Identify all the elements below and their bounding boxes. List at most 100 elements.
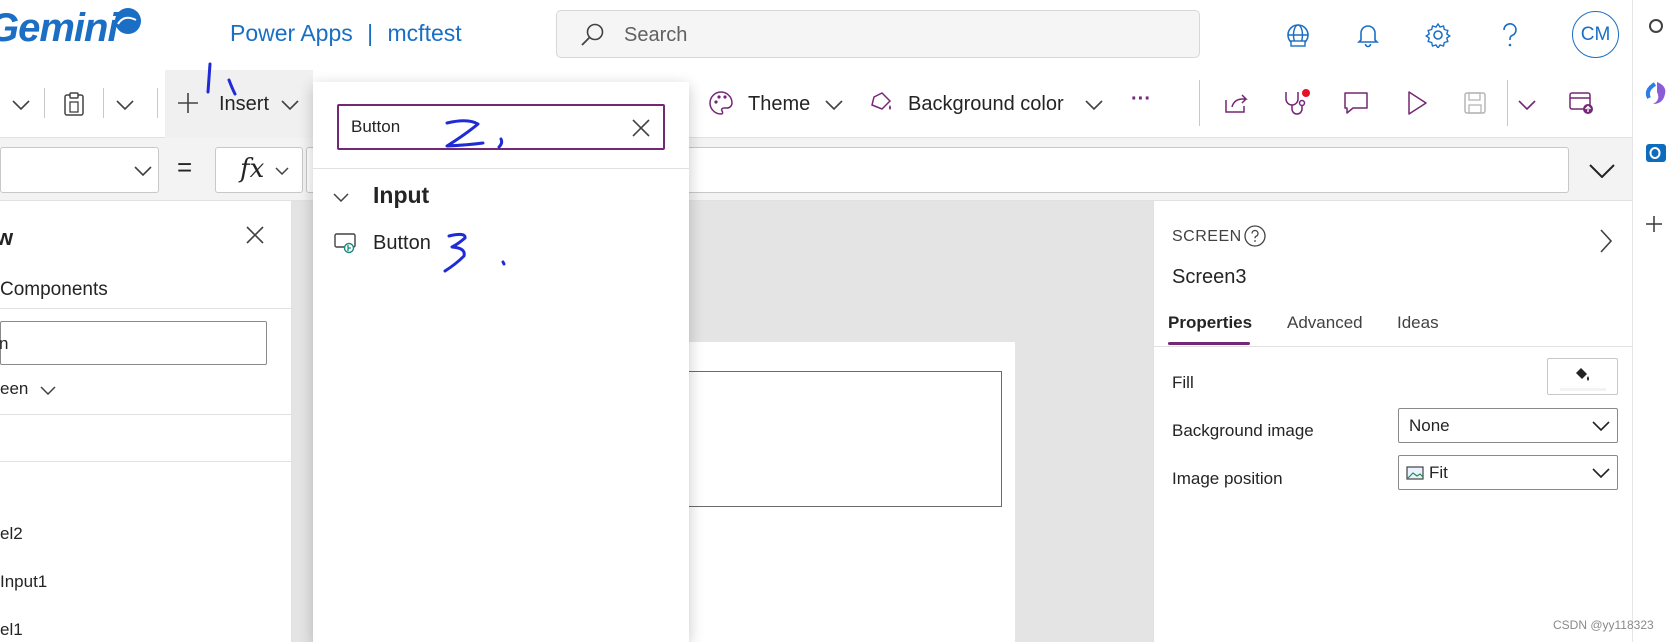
theme-chevron-down-icon[interactable] (821, 92, 847, 118)
search-icon (579, 22, 605, 48)
save-disabled-icon[interactable] (1460, 88, 1490, 118)
environment-globe-icon[interactable] (1282, 19, 1314, 51)
image-position-label: Image position (1172, 469, 1283, 488)
properties-divider (1154, 346, 1633, 347)
command-separator (157, 88, 158, 118)
undo-dropdown-chevron-icon[interactable] (8, 92, 34, 118)
theme-label[interactable]: Theme (748, 93, 810, 116)
fill-color-swatch (1560, 388, 1606, 391)
background-color-bucket-icon[interactable] (867, 89, 895, 117)
flyout-divider (313, 168, 689, 169)
properties-panel: SCREEN Screen3 Properties Advanced Ideas… (1153, 201, 1633, 642)
app-title[interactable]: Power Apps | mcftest (230, 20, 462, 47)
outlook-icon[interactable] (1644, 140, 1668, 166)
side-app-rail (1632, 0, 1677, 642)
tree-view-title: w (0, 225, 14, 250)
tab-advanced[interactable]: Advanced (1287, 313, 1363, 333)
paint-bucket-icon (1571, 365, 1593, 385)
fx-icon: fx (240, 154, 265, 184)
button-control-icon (333, 230, 359, 256)
control-type-label: SCREEN (1172, 228, 1242, 245)
preview-play-icon[interactable] (1402, 88, 1432, 118)
rail-search-icon[interactable] (1643, 18, 1663, 38)
insert-flyout: Button Input Button (313, 82, 689, 642)
global-search-box[interactable]: Search (556, 10, 1200, 58)
comments-icon[interactable] (1341, 88, 1371, 118)
fill-color-picker[interactable] (1547, 358, 1618, 395)
chevron-down-icon (1591, 418, 1611, 434)
insert-search-value[interactable]: Button (351, 117, 400, 137)
expand-formula-chevron-icon[interactable] (1587, 156, 1617, 186)
help-circle-icon[interactable] (1243, 224, 1267, 248)
background-color-chevron-down-icon[interactable] (1081, 92, 1107, 118)
background-image-label: Background image (1172, 421, 1314, 440)
title-separator: | (367, 20, 374, 46)
chevron-down-icon[interactable] (38, 381, 58, 399)
background-color-label[interactable]: Background color (908, 93, 1064, 116)
logo-cloud-icon (113, 6, 143, 36)
app-header: Gemini Power Apps | mcftest Search CM (0, 0, 1632, 70)
tree-search-input[interactable]: n (0, 321, 267, 365)
command-bar: Insert Theme Background color ··· (0, 70, 1632, 138)
tree-divider (0, 461, 292, 462)
formula-bar: = fx (0, 138, 1632, 201)
tree-divider (0, 414, 292, 415)
components-tab[interactable]: Components (0, 279, 108, 301)
collapse-category-chevron-icon[interactable] (331, 188, 351, 206)
equals-sign: = (177, 152, 193, 182)
paste-dropdown-chevron-icon[interactable] (112, 92, 138, 118)
chevron-down-icon (131, 159, 155, 183)
more-commands-button[interactable]: ··· (1131, 88, 1151, 111)
add-app-icon[interactable] (1644, 214, 1664, 234)
active-tab-indicator (1168, 342, 1250, 345)
function-picker-button[interactable]: fx (215, 147, 303, 193)
save-options-chevron-down-icon[interactable] (1514, 92, 1540, 118)
tree-search-value[interactable]: n (0, 334, 8, 354)
copilot-icon[interactable] (1645, 80, 1667, 106)
tree-item[interactable]: el1 (0, 620, 23, 640)
tab-properties[interactable]: Properties (1168, 313, 1252, 333)
theme-palette-icon[interactable] (707, 89, 735, 117)
insert-category-input[interactable]: Input (373, 182, 429, 209)
close-icon[interactable] (243, 223, 267, 247)
collapse-panel-chevron-icon[interactable] (1594, 226, 1618, 256)
background-image-value: None (1409, 416, 1450, 435)
settings-gear-icon[interactable] (1422, 19, 1454, 51)
chevron-down-icon (273, 161, 291, 181)
tree-view-panel: w Components n een el2 Input1 el1 (0, 201, 292, 642)
publish-icon[interactable] (1566, 88, 1596, 118)
paste-clipboard-icon[interactable] (60, 90, 88, 118)
property-dropdown[interactable] (0, 147, 159, 193)
gemini-logo: Gemini (0, 6, 119, 50)
command-separator (44, 88, 45, 118)
command-separator (103, 88, 104, 118)
help-question-icon[interactable] (1494, 19, 1526, 51)
fill-label: Fill (1172, 373, 1194, 392)
image-fit-icon (1405, 465, 1425, 481)
environment-name[interactable]: mcftest (388, 20, 462, 46)
plus-icon (175, 90, 201, 116)
app-checker-stethoscope-icon[interactable] (1281, 88, 1311, 118)
user-avatar[interactable]: CM (1572, 11, 1619, 58)
tree-item[interactable]: el2 (0, 524, 23, 544)
app-name[interactable]: Power Apps (230, 20, 353, 46)
notifications-bell-icon[interactable] (1352, 19, 1384, 51)
tab-ideas[interactable]: Ideas (1397, 313, 1439, 333)
watermark: CSDN @yy118323 (1553, 618, 1654, 632)
tree-item[interactable]: Input1 (0, 572, 47, 592)
image-position-dropdown[interactable]: Fit (1398, 455, 1618, 490)
clear-search-icon[interactable] (629, 116, 653, 140)
chevron-down-icon (277, 92, 303, 118)
insert-search-input[interactable]: Button (337, 104, 665, 150)
command-separator (1507, 80, 1508, 126)
search-placeholder[interactable]: Search (624, 24, 687, 47)
insert-item-label: Button (373, 232, 431, 254)
tree-divider (0, 308, 292, 309)
insert-label: Insert (219, 93, 270, 115)
screen-name[interactable]: Screen3 (1172, 266, 1247, 289)
insert-button[interactable]: Insert (165, 70, 313, 138)
share-icon[interactable] (1221, 88, 1251, 118)
screen-filter-label[interactable]: een (0, 379, 28, 399)
background-image-dropdown[interactable]: None (1398, 408, 1618, 443)
insert-item-button[interactable]: Button (313, 220, 689, 268)
